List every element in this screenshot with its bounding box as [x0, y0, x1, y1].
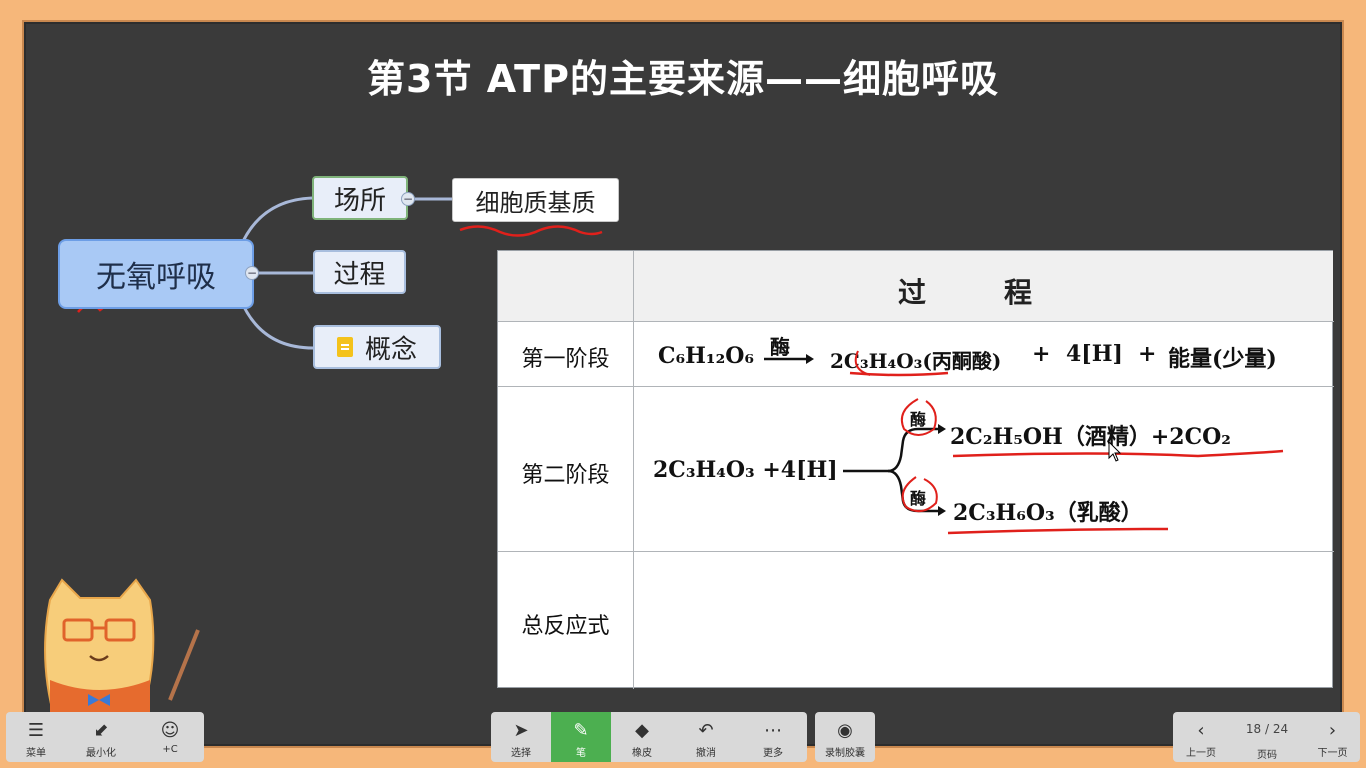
more-icon: ⋯ [764, 720, 782, 741]
table-annotations [849, 350, 1284, 535]
undo-label: 撤消 [696, 748, 716, 759]
menu-label: 菜单 [26, 748, 46, 759]
page-indicator: 18 / 24 [1245, 722, 1289, 736]
avatar-button[interactable]: ☺ +C [136, 712, 204, 762]
select-tool-button[interactable]: ➤ 选择 [491, 712, 551, 762]
pen-icon: ✎ [573, 720, 589, 741]
annotation-underline [459, 225, 603, 237]
root-label: 无氧呼吸 [96, 260, 216, 295]
next-label: 下一页 [1317, 748, 1348, 759]
eraser-label: 橡皮 [632, 748, 652, 759]
collapse-root-toggle[interactable]: − [245, 266, 259, 280]
note-icon [336, 337, 353, 357]
mindmap-node-process[interactable]: 过程 [313, 250, 406, 294]
select-label: 选择 [511, 748, 531, 759]
process-table: 过 程 第一阶段 第二阶段 总反应式 C₆H₁₂O₆ 酶 2C₃H₄O₃(丙酮酸… [497, 250, 1334, 689]
pen-tool-button[interactable]: ✎ 笔 [551, 712, 611, 762]
record-icon: ◉ [837, 720, 853, 741]
toolbar-nav: ‹ 上一页 18 / 24 页码 › 下一页 [1173, 712, 1360, 762]
record-capsule-button[interactable]: ◉ 录制胶囊 [815, 712, 875, 762]
chevron-left-icon: ‹ [1197, 720, 1205, 741]
minimize-button[interactable]: ⬋ 最小化 [66, 712, 136, 762]
toolbar-record: ◉ 录制胶囊 [815, 712, 875, 762]
prev-page-button[interactable]: ‹ 上一页 [1173, 712, 1229, 762]
node-site-label: 场所 [333, 185, 386, 216]
minimize-icon: ⬋ [93, 720, 109, 741]
mindmap-node-concept[interactable]: 概念 [313, 325, 441, 369]
toolbar-left: ☰ 菜单 ⬋ 最小化 ☺ +C [6, 712, 204, 762]
mindmap-node-cytosol[interactable]: 细胞质基质 [452, 178, 619, 222]
avatar-icon: ☺ [160, 720, 180, 741]
mouse-cursor-icon [1108, 441, 1122, 462]
more-button[interactable]: ⋯ 更多 [739, 712, 807, 762]
prev-label: 上一页 [1186, 748, 1216, 759]
minimize-label: 最小化 [86, 748, 116, 759]
mindmap-root-node[interactable]: 无氧呼吸 [58, 239, 254, 309]
mascot-cat-icon [44, 578, 200, 720]
page-number-button[interactable]: 18 / 24 页码 [1229, 712, 1305, 762]
chevron-right-icon: › [1328, 720, 1337, 741]
mindmap-node-site[interactable]: 场所 [312, 176, 408, 220]
record-label: 录制胶囊 [825, 748, 865, 759]
eraser-icon: ◆ [635, 720, 649, 741]
next-page-button[interactable]: › 下一页 [1305, 712, 1360, 762]
pen-label: 笔 [576, 748, 586, 759]
menu-button[interactable]: ☰ 菜单 [6, 712, 66, 762]
eraser-tool-button[interactable]: ◆ 橡皮 [611, 712, 673, 762]
menu-icon: ☰ [27, 720, 45, 741]
more-label: 更多 [763, 748, 783, 759]
node-process-label: 过程 [333, 259, 386, 290]
page-label: 页码 [1257, 750, 1277, 761]
avatar-label: +C [162, 744, 178, 755]
cursor-icon: ➤ [513, 720, 529, 741]
undo-icon: ↶ [698, 720, 714, 741]
collapse-site-toggle[interactable]: − [401, 192, 415, 206]
node-cytosol-label: 细胞质基质 [475, 188, 596, 217]
undo-button[interactable]: ↶ 撤消 [673, 712, 739, 762]
toolbar-tools: ➤ 选择 ✎ 笔 ◆ 橡皮 ↶ 撤消 ⋯ 更多 [491, 712, 807, 762]
node-concept-label: 概念 [364, 334, 417, 365]
